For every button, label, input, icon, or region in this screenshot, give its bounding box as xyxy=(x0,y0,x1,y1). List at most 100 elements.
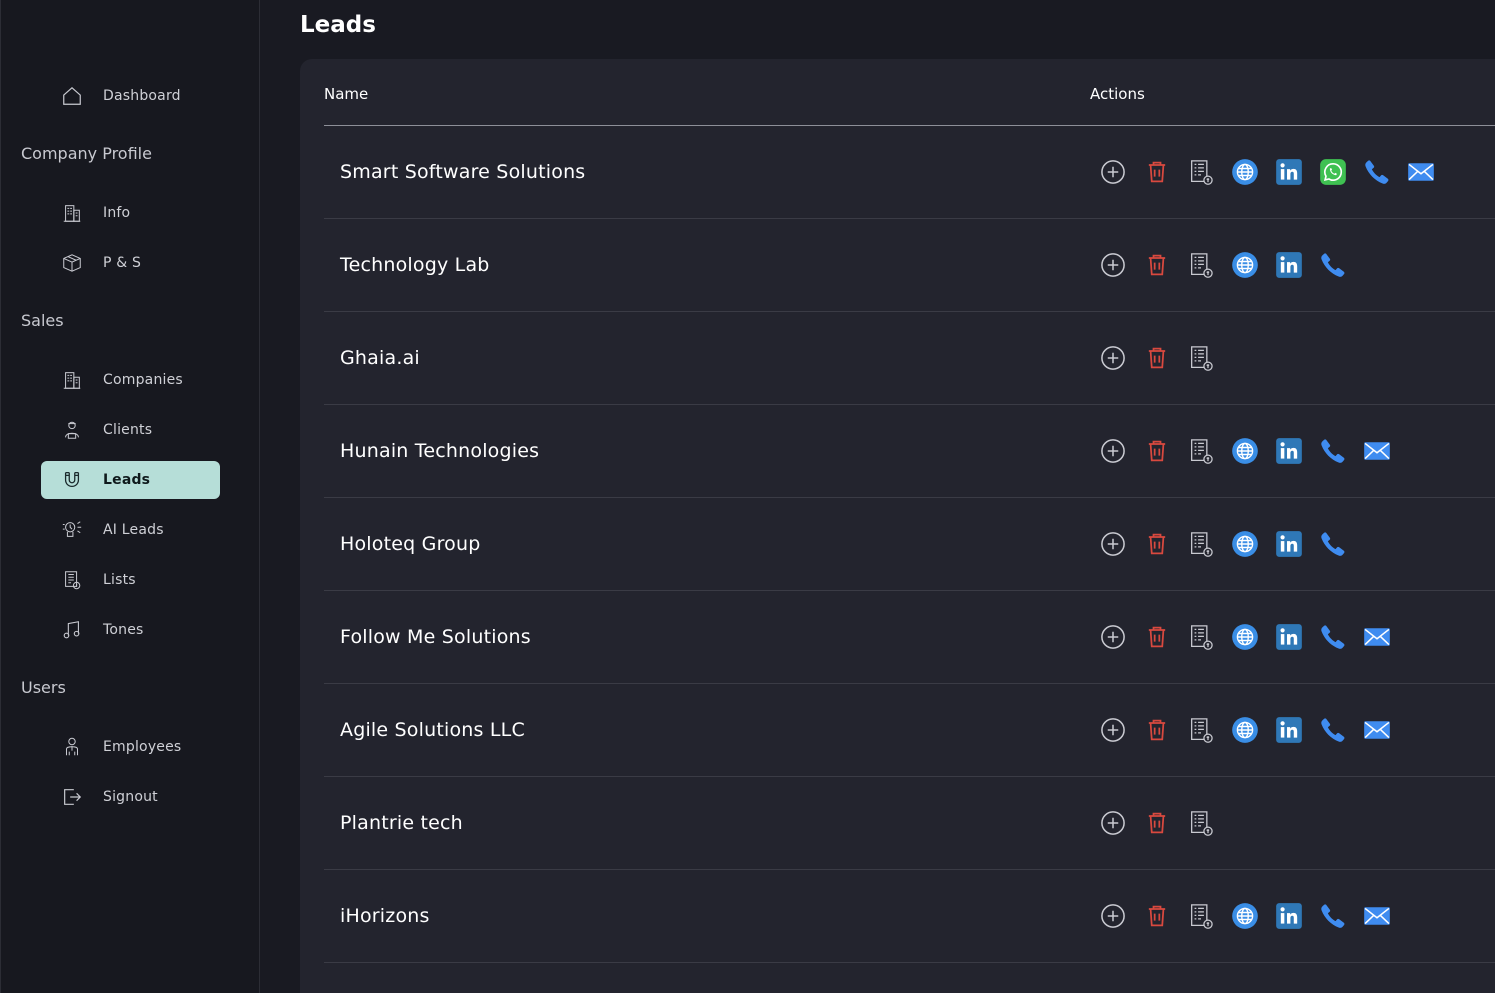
linkedin-icon[interactable] xyxy=(1274,622,1304,652)
linkedin-icon[interactable] xyxy=(1274,529,1304,559)
phone-icon[interactable] xyxy=(1318,622,1348,652)
sidebar-item-info[interactable]: Info xyxy=(41,194,220,232)
table-row: iHorizons xyxy=(324,870,1495,963)
lead-name[interactable]: Plantrie tech xyxy=(340,777,463,869)
list-document-icon[interactable] xyxy=(1186,343,1216,373)
add-circle-icon[interactable] xyxy=(1098,529,1128,559)
trash-icon[interactable] xyxy=(1142,622,1172,652)
phone-icon[interactable] xyxy=(1318,250,1348,280)
lead-name[interactable]: Agile Solutions LLC xyxy=(340,684,525,776)
trash-icon[interactable] xyxy=(1142,715,1172,745)
lead-name[interactable]: iHorizons xyxy=(340,870,430,962)
add-circle-icon[interactable] xyxy=(1098,901,1128,931)
magnet-icon xyxy=(61,469,83,491)
add-circle-icon[interactable] xyxy=(1098,622,1128,652)
sidebar-item-label: Signout xyxy=(103,789,158,805)
row-actions xyxy=(1098,777,1230,869)
table-row: Ghaia.ai xyxy=(324,312,1495,405)
row-actions xyxy=(1098,405,1406,497)
sidebar-item-label: Clients xyxy=(103,422,153,438)
row-actions xyxy=(1098,498,1362,590)
lead-name[interactable]: Smart Software Solutions xyxy=(340,126,585,218)
globe-icon[interactable] xyxy=(1230,715,1260,745)
trash-icon[interactable] xyxy=(1142,343,1172,373)
lead-name[interactable]: Technology Lab xyxy=(340,219,490,311)
trash-icon[interactable] xyxy=(1142,529,1172,559)
email-icon[interactable] xyxy=(1362,436,1392,466)
phone-icon[interactable] xyxy=(1318,901,1348,931)
list-document-icon[interactable] xyxy=(1186,808,1216,838)
trash-icon[interactable] xyxy=(1142,808,1172,838)
lead-name[interactable]: Ghaia.ai xyxy=(340,312,420,404)
sidebar-item-lists[interactable]: Lists xyxy=(41,561,220,599)
email-icon[interactable] xyxy=(1406,157,1436,187)
row-actions xyxy=(1098,126,1450,218)
leads-table: Name Actions Smart Software Solutions Tec… xyxy=(300,59,1495,993)
globe-icon[interactable] xyxy=(1230,901,1260,931)
sidebar-item-label: Info xyxy=(103,205,131,221)
column-header-name: Name xyxy=(324,85,369,103)
sidebar-item-label: Employees xyxy=(103,739,182,755)
add-circle-icon[interactable] xyxy=(1098,343,1128,373)
lead-name[interactable]: Follow Me Solutions xyxy=(340,591,531,683)
sidebar-item-dashboard[interactable]: Dashboard xyxy=(41,77,220,115)
phone-icon[interactable] xyxy=(1318,715,1348,745)
email-icon[interactable] xyxy=(1362,715,1392,745)
sidebar-item-signout[interactable]: Signout xyxy=(41,778,220,816)
add-circle-icon[interactable] xyxy=(1098,715,1128,745)
sidebar-item-p-and-s[interactable]: P & S xyxy=(41,244,220,282)
trash-icon[interactable] xyxy=(1142,250,1172,280)
phone-icon[interactable] xyxy=(1362,157,1392,187)
linkedin-icon[interactable] xyxy=(1274,250,1304,280)
section-title-users: Users xyxy=(21,678,66,697)
box-icon xyxy=(61,252,83,274)
sidebar-item-label: Leads xyxy=(103,472,151,488)
email-icon[interactable] xyxy=(1362,901,1392,931)
list-document-icon[interactable] xyxy=(1186,529,1216,559)
music-note-icon xyxy=(61,619,83,641)
linkedin-icon[interactable] xyxy=(1274,715,1304,745)
table-row: Agile Solutions LLC xyxy=(324,684,1495,777)
globe-icon[interactable] xyxy=(1230,250,1260,280)
sidebar-item-companies[interactable]: Companies xyxy=(41,361,220,399)
whatsapp-icon[interactable] xyxy=(1318,157,1348,187)
building-icon xyxy=(61,369,83,391)
linkedin-icon[interactable] xyxy=(1274,157,1304,187)
sidebar-item-clients[interactable]: Clients xyxy=(41,411,220,449)
add-circle-icon[interactable] xyxy=(1098,157,1128,187)
email-icon[interactable] xyxy=(1362,622,1392,652)
list-document-icon[interactable] xyxy=(1186,157,1216,187)
linkedin-icon[interactable] xyxy=(1274,901,1304,931)
phone-icon[interactable] xyxy=(1318,529,1348,559)
column-header-actions: Actions xyxy=(1090,85,1145,103)
linkedin-icon[interactable] xyxy=(1274,436,1304,466)
globe-icon[interactable] xyxy=(1230,436,1260,466)
section-title-sales: Sales xyxy=(21,311,64,330)
sidebar-item-leads[interactable]: Leads xyxy=(41,461,220,499)
list-document-icon[interactable] xyxy=(1186,901,1216,931)
lead-name[interactable]: Hunain Technologies xyxy=(340,405,539,497)
building-icon xyxy=(61,202,83,224)
phone-icon[interactable] xyxy=(1318,436,1348,466)
sidebar-item-tones[interactable]: Tones xyxy=(41,611,220,649)
add-circle-icon[interactable] xyxy=(1098,808,1128,838)
globe-icon[interactable] xyxy=(1230,157,1260,187)
sidebar-item-label: Lists xyxy=(103,572,136,588)
list-document-icon[interactable] xyxy=(1186,250,1216,280)
sidebar-item-employees[interactable]: Employees xyxy=(41,728,220,766)
trash-icon[interactable] xyxy=(1142,157,1172,187)
table-row: Hunain Technologies xyxy=(324,405,1495,498)
lead-name[interactable]: Holoteq Group xyxy=(340,498,481,590)
globe-icon[interactable] xyxy=(1230,622,1260,652)
list-document-icon[interactable] xyxy=(1186,436,1216,466)
sidebar-item-ai-leads[interactable]: AI Leads xyxy=(41,511,220,549)
add-circle-icon[interactable] xyxy=(1098,436,1128,466)
list-document-icon[interactable] xyxy=(1186,622,1216,652)
add-circle-icon[interactable] xyxy=(1098,250,1128,280)
trash-icon[interactable] xyxy=(1142,901,1172,931)
table-row: Smart Software Solutions xyxy=(324,126,1495,219)
list-document-icon[interactable] xyxy=(1186,715,1216,745)
list-document-icon xyxy=(61,569,83,591)
trash-icon[interactable] xyxy=(1142,436,1172,466)
globe-icon[interactable] xyxy=(1230,529,1260,559)
